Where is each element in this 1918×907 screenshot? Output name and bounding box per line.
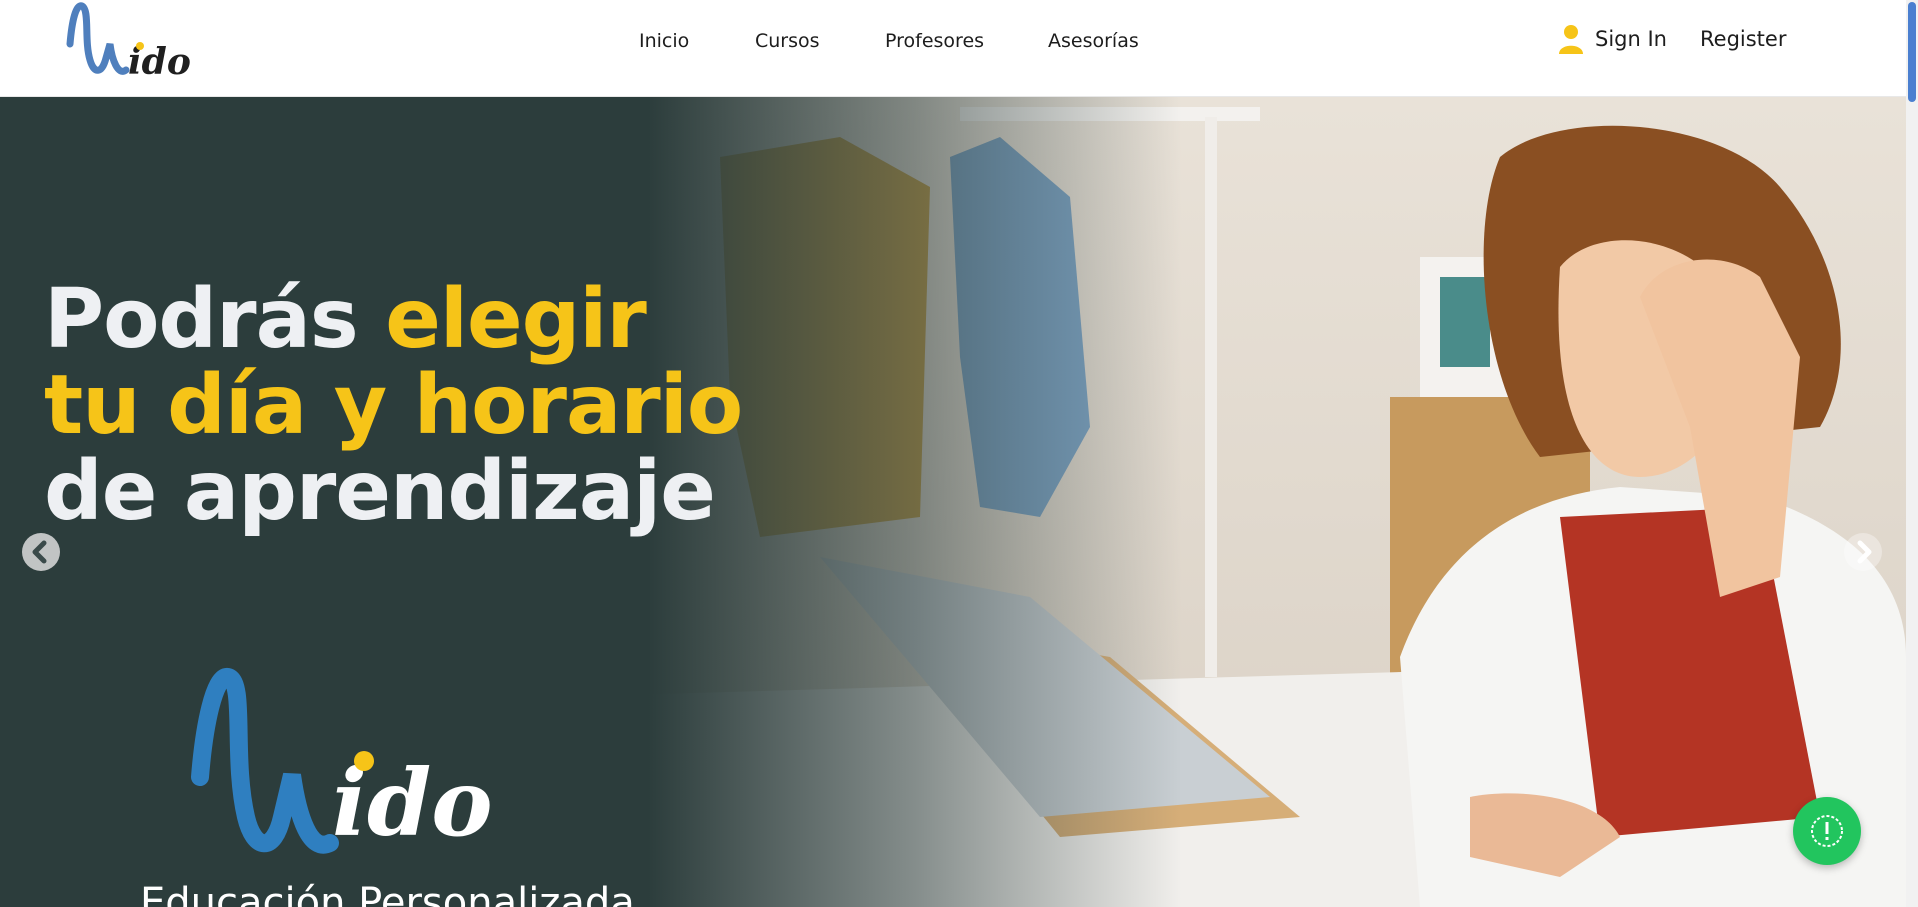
sign-in-link[interactable]: Sign In — [1595, 25, 1667, 53]
nav-cursos[interactable]: Cursos — [755, 27, 820, 55]
slider-next-button[interactable] — [1844, 533, 1882, 571]
help-button[interactable] — [1793, 797, 1861, 865]
nav-inicio[interactable]: Inicio — [639, 27, 689, 55]
alert-circle-icon — [1811, 815, 1843, 847]
site-header: ido Inicio Cursos Profesores Asesorías S… — [0, 0, 1906, 97]
hero-headline: Podrás elegir tu día y horario de aprend… — [44, 277, 743, 539]
hero-slider: Podrás elegir tu día y horario de aprend… — [0, 97, 1906, 907]
headline-line1-yellow: elegir — [385, 272, 647, 367]
chevron-right-icon — [1857, 540, 1872, 564]
nav-asesorias[interactable]: Asesorías — [1048, 27, 1139, 55]
chevron-left-icon — [32, 540, 47, 564]
nav-profesores[interactable]: Profesores — [885, 27, 984, 55]
headline-line1-white: Podrás — [44, 272, 386, 367]
headline-line3: de aprendizaje — [44, 444, 716, 539]
register-link[interactable]: Register — [1700, 25, 1786, 53]
scrollbar-track[interactable] — [1906, 0, 1918, 907]
hero-tagline: Educación Personalizada — [140, 880, 635, 907]
headline-line2: tu día y horario — [44, 358, 743, 453]
wido-brand-logo: ido — [191, 668, 493, 857]
user-icon[interactable] — [1558, 24, 1584, 54]
scrollbar-thumb[interactable] — [1908, 2, 1916, 102]
slider-prev-button[interactable] — [22, 533, 60, 571]
